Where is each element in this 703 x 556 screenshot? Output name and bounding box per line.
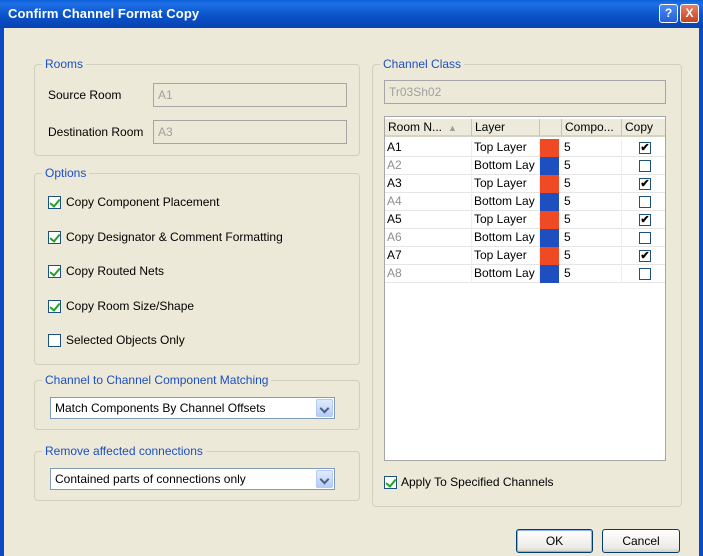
rooms-group: Rooms Source Room A1 Destination Room A3 [34,57,360,156]
copy-checkbox[interactable]: ✔ [639,142,651,154]
layer-color-swatch [540,139,559,157]
copy-checkbox[interactable]: ✔ [639,178,651,190]
column-header-room[interactable]: Room N... ▲ [385,119,472,137]
table-row[interactable]: A1 Top Layer 5 ✔ [385,139,665,157]
option-label: Copy Designator & Comment Formatting [66,230,283,244]
components-cell: 5 [562,247,622,265]
layer-cell: Top Layer [472,175,540,193]
room-cell: A4 [385,193,472,211]
option-label: Copy Component Placement [66,195,220,209]
layer-cell: Bottom Lay [472,265,540,283]
remove-connections-select-value: Contained parts of connections only [55,472,246,486]
layer-cell: Top Layer [472,247,540,265]
option-label: Selected Objects Only [66,333,185,347]
matching-select[interactable]: Match Components By Channel Offsets [50,397,335,419]
components-cell: 5 [562,211,622,229]
matching-group: Channel to Channel Component Matching Ma… [34,373,360,430]
chevron-down-icon[interactable] [316,399,333,417]
options-group: Options Copy Component Placement Copy Des… [34,166,360,365]
cancel-button[interactable]: Cancel [602,529,680,553]
layer-color-swatch [540,175,559,193]
layer-color-swatch [540,193,559,211]
option-label: Copy Routed Nets [66,264,165,278]
ok-button[interactable]: OK [516,529,593,553]
layer-color-swatch [540,247,559,265]
copy-checkbox[interactable] [639,268,651,280]
title-bar[interactable]: Confirm Channel Format Copy ? X [0,0,703,28]
layer-cell: Bottom Lay [472,229,540,247]
channel-class-legend: Channel Class [380,57,465,71]
option-checkbox[interactable] [48,334,61,347]
matching-select-value: Match Components By Channel Offsets [55,401,266,415]
room-cell: A8 [385,265,472,283]
layer-cell: Bottom Lay [472,193,540,211]
matching-legend: Channel to Channel Component Matching [42,373,272,387]
room-cell: A7 [385,247,472,265]
room-cell: A3 [385,175,472,193]
destination-room-label: Destination Room [48,125,144,139]
components-cell: 5 [562,139,622,157]
column-header-color[interactable] [540,119,562,137]
table-row[interactable]: A4 Bottom Lay 5 [385,193,665,211]
column-header-layer[interactable]: Layer [472,119,540,137]
layer-cell: Bottom Lay [472,157,540,175]
table-row[interactable]: A8 Bottom Lay 5 [385,265,665,283]
source-room-field[interactable]: A1 [153,83,347,107]
remove-connections-group: Remove affected connections Contained pa… [34,444,360,501]
option-checkbox[interactable] [48,300,61,313]
layer-color-swatch [540,211,559,229]
apply-to-specified-checkbox[interactable] [384,476,397,489]
table-row[interactable]: A7 Top Layer 5 ✔ [385,247,665,265]
components-cell: 5 [562,175,622,193]
column-header-components[interactable]: Compo... [562,119,622,137]
option-checkbox[interactable] [48,231,61,244]
table-row[interactable]: A6 Bottom Lay 5 [385,229,665,247]
layer-color-swatch [540,157,559,175]
table-row[interactable]: A3 Top Layer 5 ✔ [385,175,665,193]
components-cell: 5 [562,193,622,211]
options-legend: Options [42,166,90,180]
window-frame-right [699,28,703,556]
table-row[interactable]: A5 Top Layer 5 ✔ [385,211,665,229]
copy-checkbox[interactable] [639,160,651,172]
components-cell: 5 [562,157,622,175]
room-cell: A1 [385,139,472,157]
help-button[interactable]: ? [659,4,678,23]
components-cell: 5 [562,265,622,283]
layer-color-swatch [540,265,559,283]
copy-checkbox[interactable] [639,196,651,208]
sort-ascending-icon: ▲ [448,123,457,133]
layer-cell: Top Layer [472,139,540,157]
room-cell: A2 [385,157,472,175]
copy-checkbox[interactable] [639,232,651,244]
column-header-copy[interactable]: Copy [622,119,665,137]
option-checkbox[interactable] [48,196,61,209]
chevron-down-icon[interactable] [316,470,333,488]
close-button[interactable]: X [680,4,699,23]
channel-grid[interactable]: Room N... ▲ Layer Compo... Copy A1 Top Lay… [384,116,666,461]
destination-room-field[interactable]: A3 [153,120,347,144]
option-checkbox[interactable] [48,265,61,278]
layer-cell: Top Layer [472,211,540,229]
remove-connections-legend: Remove affected connections [42,444,206,458]
window-frame-left [0,28,4,556]
components-cell: 5 [562,229,622,247]
copy-checkbox[interactable]: ✔ [639,250,651,262]
room-cell: A6 [385,229,472,247]
channel-class-field[interactable]: Tr03Sh02 [384,80,666,104]
apply-to-specified-label: Apply To Specified Channels [401,475,554,489]
copy-checkbox[interactable]: ✔ [639,214,651,226]
table-row[interactable]: A2 Bottom Lay 5 [385,157,665,175]
option-label: Copy Room Size/Shape [66,299,195,313]
layer-color-swatch [540,229,559,247]
source-room-label: Source Room [48,88,122,102]
remove-connections-select[interactable]: Contained parts of connections only [50,468,335,490]
window-title: Confirm Channel Format Copy [8,6,200,21]
rooms-legend: Rooms [42,57,87,71]
room-cell: A5 [385,211,472,229]
